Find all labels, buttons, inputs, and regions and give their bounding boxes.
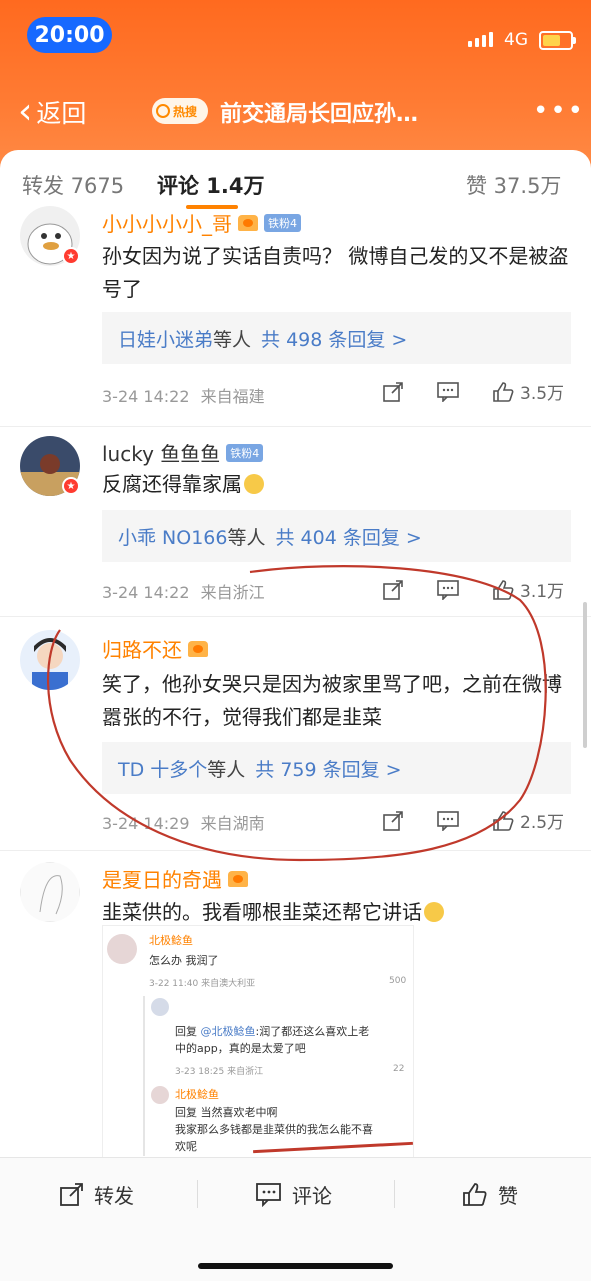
avatar[interactable]: [20, 862, 80, 922]
embed-reply-row: 回复 @北极鲶鱼:润了都还这么喜欢上老: [175, 1023, 369, 1039]
embed-text: 我家那么多钱都是韭菜供的我怎么能不喜: [175, 1123, 373, 1136]
divider: [197, 1180, 198, 1208]
embed-mention: @北极鲶鱼: [200, 1025, 256, 1038]
embedded-screenshot[interactable]: 北极鲶鱼 怎么办 我润了 3-22 11:40 来自澳大利亚 500 回复 @北…: [102, 925, 414, 1162]
embed-text: 欢呢: [175, 1140, 197, 1153]
repost-button[interactable]: 转发: [60, 1180, 134, 1209]
repost-label: 转发: [94, 1184, 134, 1208]
thread-line: [143, 996, 145, 1156]
crown-icon: [228, 870, 248, 887]
embed-likes: 22: [393, 1064, 405, 1074]
red-underline: [253, 1141, 413, 1154]
share-icon: [60, 1182, 83, 1206]
comment-icon: [256, 1182, 281, 1207]
scrollbar[interactable]: [583, 602, 587, 748]
home-indicator: [198, 1263, 393, 1269]
party-emoji-icon: [424, 902, 444, 922]
comment-label: 评论: [292, 1184, 332, 1208]
embed-meta: 3-22 11:40 来自澳大利亚: [149, 979, 256, 989]
embed-reply-text2: 中的app，真的是太爱了吧: [175, 1042, 306, 1055]
embed-text: 怎么办 我润了: [149, 954, 219, 967]
avatar: [107, 934, 137, 964]
like-label: 赞: [498, 1184, 518, 1208]
bottom-action-bar: 转发 评论 赞: [0, 1157, 591, 1281]
embed-username: 北极鲶鱼: [175, 1088, 219, 1101]
embed-meta: 3-23 18:25 来自浙江: [175, 1067, 264, 1077]
embed-likes: 500: [389, 976, 407, 986]
embed-reply-prefix: 回复: [175, 1025, 197, 1038]
comment-username-row: 是夏日的奇遇: [102, 864, 248, 893]
embed-reply-text: :润了都还这么喜欢上老: [255, 1025, 370, 1038]
like-button[interactable]: 赞: [462, 1180, 518, 1209]
embed-username: 北极鲶鱼: [149, 934, 193, 947]
like-icon: [463, 1182, 487, 1206]
username[interactable]: 是夏日的奇遇: [102, 864, 222, 893]
embed-text: 回复 当然喜欢老中啊: [175, 1106, 278, 1119]
avatar: [151, 998, 169, 1016]
comment-button[interactable]: 评论: [256, 1180, 332, 1209]
divider: [394, 1180, 395, 1208]
comment-text: 韭菜供的。我看哪根韭菜还帮它讲话: [102, 900, 422, 924]
avatar: [151, 1086, 169, 1104]
